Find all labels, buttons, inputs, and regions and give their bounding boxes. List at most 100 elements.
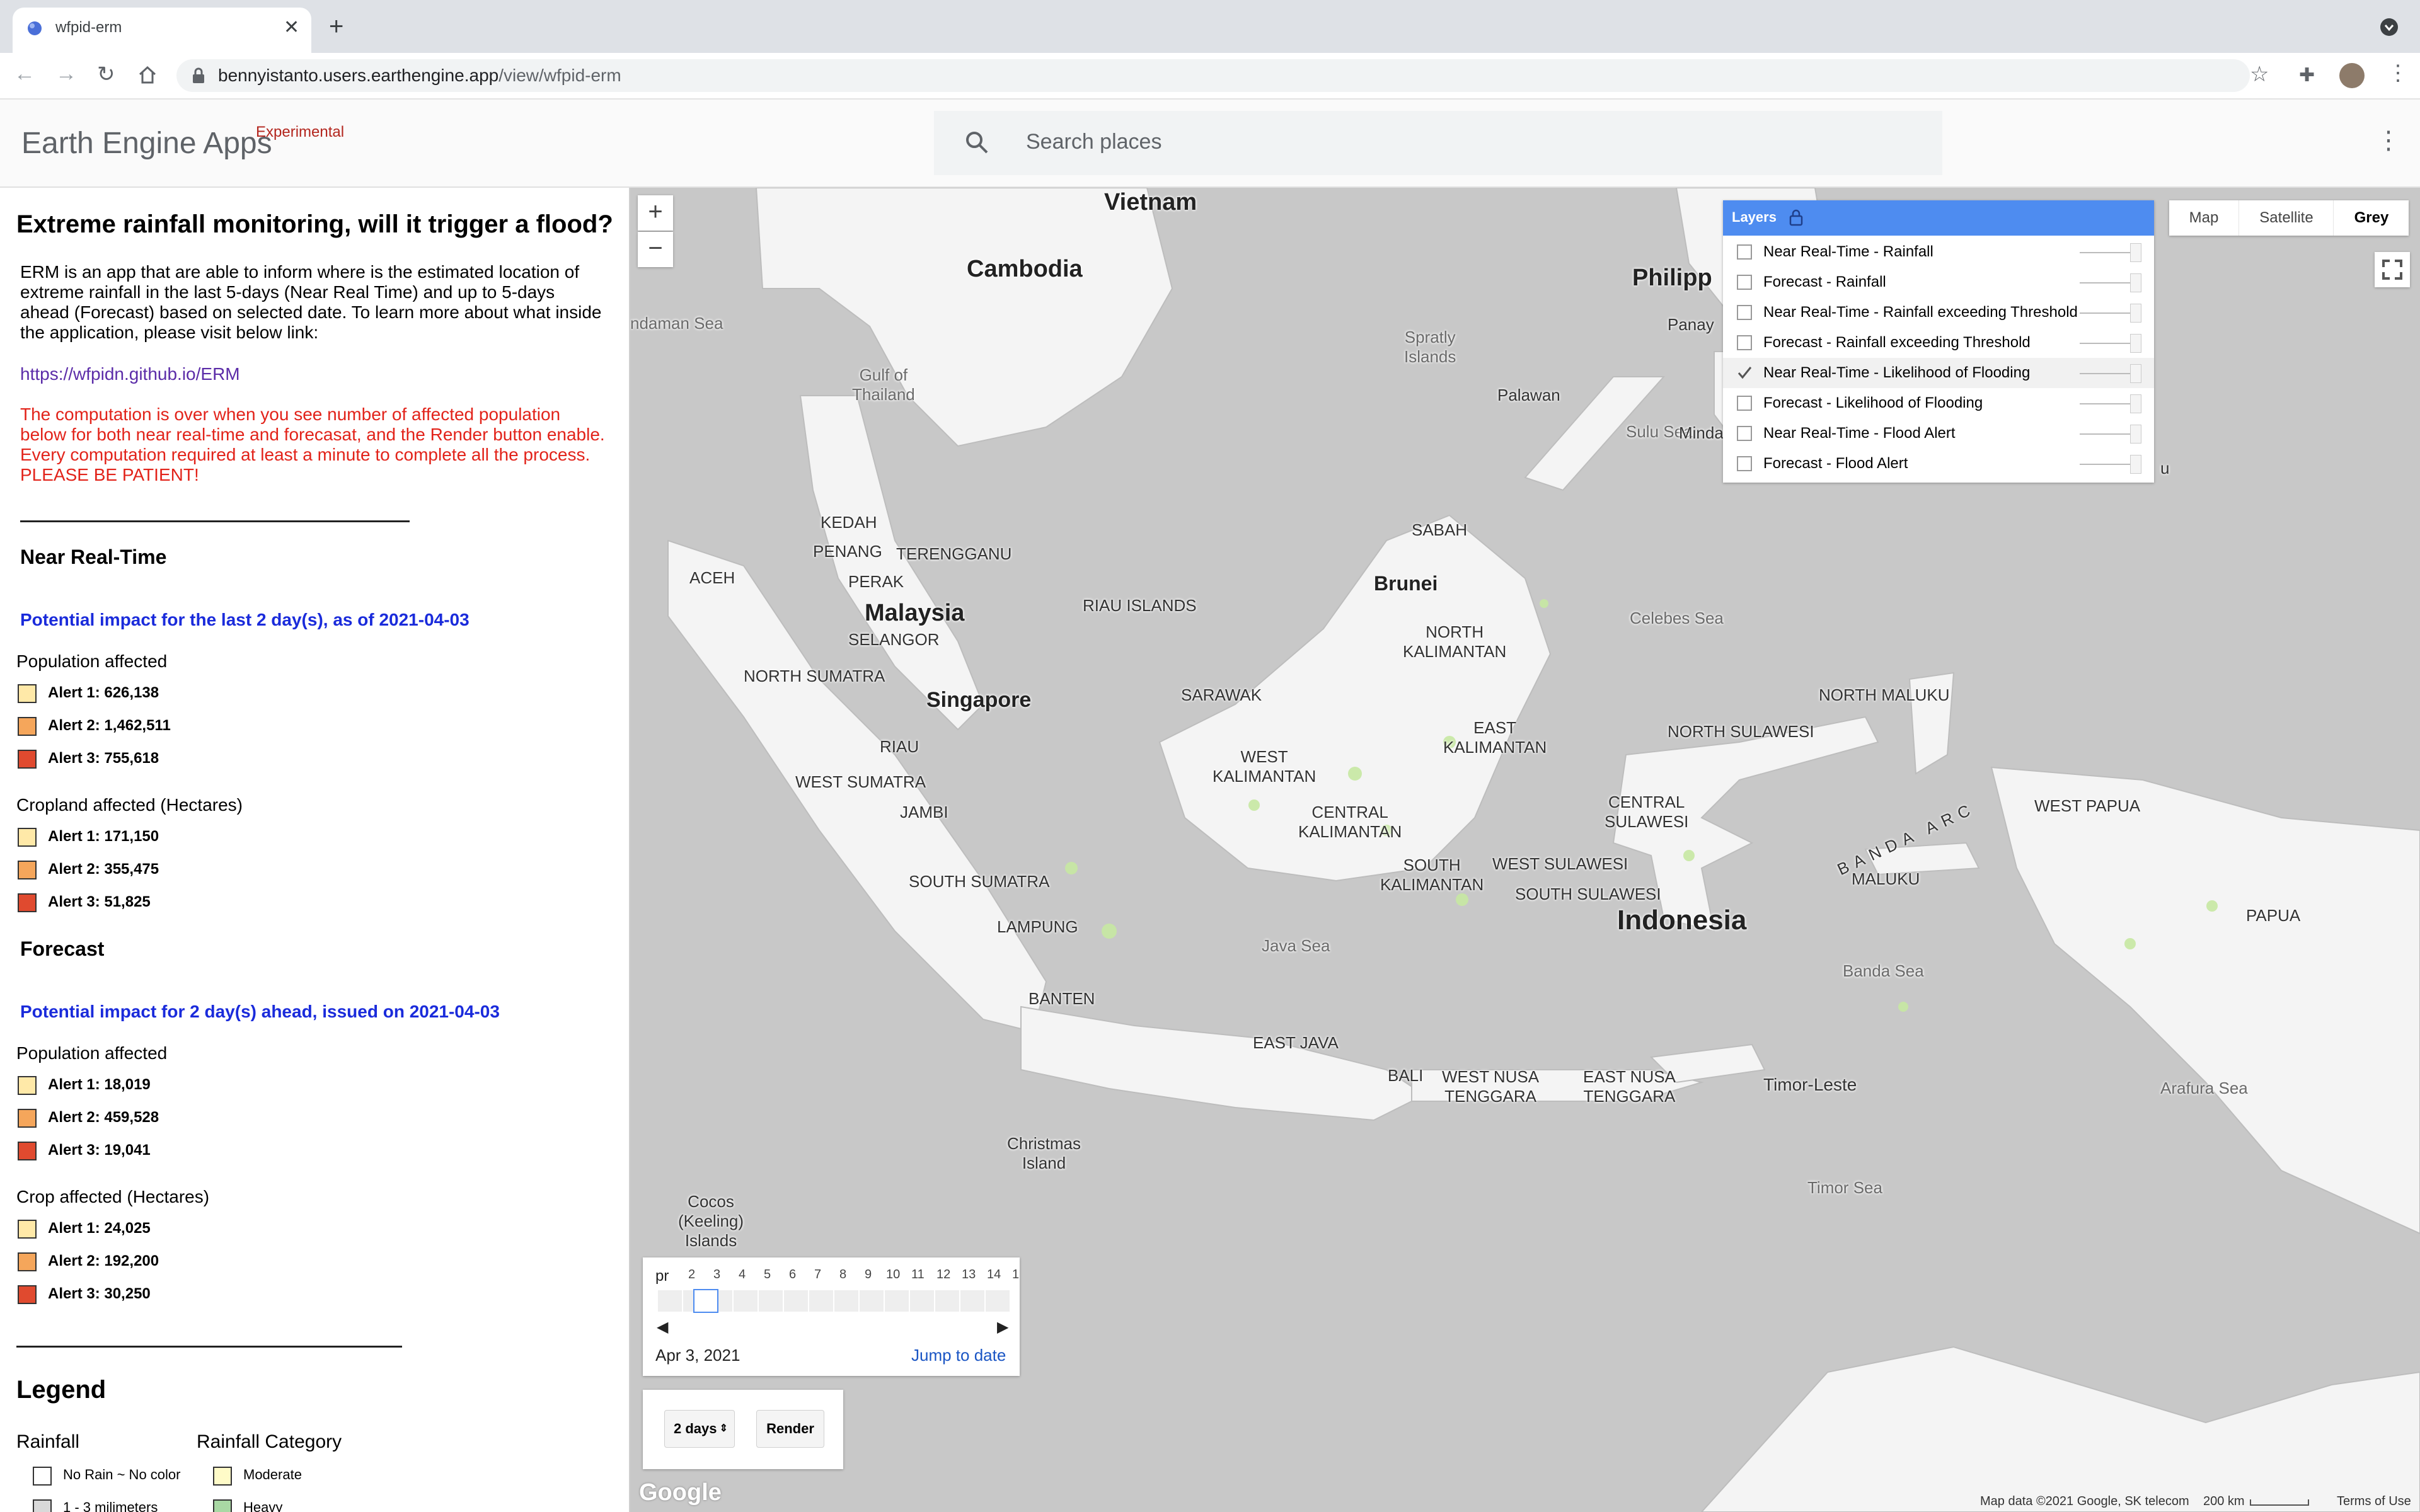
tick-label: 6 — [789, 1268, 797, 1281]
tick-label: 8 — [839, 1268, 847, 1281]
render-panel: 2 days ⇕ Render — [643, 1390, 843, 1469]
layer-row[interactable]: Forecast - Rainfall — [1723, 267, 2154, 297]
lock-icon[interactable] — [192, 67, 205, 84]
map-label: NORTH MALUKU — [1819, 685, 1950, 704]
layer-checkbox[interactable] — [1737, 426, 1752, 441]
map-type-grey[interactable]: Grey — [2333, 200, 2409, 236]
layer-row[interactable]: Near Real-Time - Likelihood of Flooding — [1723, 358, 2154, 388]
slider-handle[interactable] — [2130, 304, 2141, 323]
legend-swatch-heavy — [213, 1499, 232, 1512]
layer-checkbox[interactable] — [1737, 396, 1752, 411]
slider-handle[interactable] — [2130, 364, 2141, 383]
opacity-slider[interactable] — [2080, 433, 2131, 435]
slider-handle[interactable] — [2130, 334, 2141, 353]
slider-handle[interactable] — [2130, 273, 2141, 292]
side-panel: Extreme rainfall monitoring, will it tri… — [0, 188, 630, 1512]
map-label: BANTEN — [1028, 989, 1095, 1008]
tick-label: 10 — [886, 1268, 901, 1281]
nrt-heading: Near Real-Time — [20, 546, 167, 568]
forward-icon[interactable]: → — [55, 62, 77, 86]
bookmark-star-icon[interactable]: ☆ — [2250, 62, 2269, 87]
slider-handle[interactable] — [2130, 425, 2141, 444]
layer-row[interactable]: Near Real-Time - Flood Alert — [1723, 418, 2154, 449]
avatar[interactable] — [2339, 63, 2365, 88]
terms-link[interactable]: Terms of Use — [2337, 1494, 2411, 1509]
browser-tab-strip — [0, 0, 2420, 53]
slider-handle[interactable] — [2130, 394, 2141, 413]
map-label: Indonesia — [1617, 905, 1747, 936]
url-host: bennyistanto.users.earthengine.app — [218, 66, 499, 85]
tick-label: 1 — [1012, 1268, 1020, 1281]
app-menu-icon[interactable]: ⋮ — [2376, 126, 2401, 155]
map-label: WEST PAPUA — [2034, 796, 2141, 815]
opacity-slider[interactable] — [2080, 343, 2131, 344]
lock-icon[interactable] — [1789, 208, 1804, 227]
legend-swatch-moderate — [213, 1467, 232, 1486]
layer-checkbox[interactable] — [1737, 244, 1752, 260]
google-logo[interactable]: Google — [639, 1479, 722, 1506]
layer-checkbox[interactable] — [1737, 365, 1752, 381]
opacity-slider[interactable] — [2080, 373, 2131, 374]
render-button[interactable]: Render — [756, 1410, 824, 1448]
layer-checkbox[interactable] — [1737, 275, 1752, 290]
map-label: Celebes Sea — [1630, 609, 1724, 627]
search-icon[interactable] — [964, 130, 989, 155]
nrt-pop-alert-1: Alert 1: 626,138 — [48, 684, 159, 701]
close-tab-icon[interactable]: ✕ — [284, 16, 299, 38]
opacity-slider[interactable] — [2080, 464, 2131, 465]
reload-icon[interactable]: ↻ — [97, 62, 115, 87]
new-tab-icon[interactable]: + — [329, 13, 343, 41]
layer-row[interactable]: Forecast - Rainfall exceeding Threshold — [1723, 328, 2154, 358]
extensions-icon[interactable]: ✚ — [2299, 64, 2315, 86]
legend-swatch-light — [33, 1499, 52, 1512]
map-label: SABAH — [1412, 520, 1468, 539]
tick-label: 11 — [911, 1268, 925, 1281]
days-select[interactable]: 2 days ⇕ — [664, 1410, 735, 1448]
docs-link[interactable]: https://wfpidn.github.io/ERM — [20, 364, 240, 384]
fullscreen-icon[interactable] — [2375, 252, 2410, 287]
zoom-out-button[interactable]: − — [638, 232, 673, 267]
alert-3-swatch — [18, 750, 37, 769]
back-icon[interactable]: ← — [14, 62, 35, 86]
next-date-icon[interactable]: ▶ — [997, 1318, 1008, 1336]
map-label: LAMPUNG — [997, 917, 1078, 936]
browser-menu-icon[interactable]: ⋮ — [2387, 60, 2409, 86]
slider-handle[interactable] — [2130, 243, 2141, 262]
app-name[interactable]: Earth Engine Apps — [21, 126, 272, 161]
jump-to-date-link[interactable]: Jump to date — [911, 1346, 1006, 1365]
layer-row[interactable]: Near Real-Time - Rainfall — [1723, 237, 2154, 267]
opacity-slider[interactable] — [2080, 403, 2131, 404]
layer-checkbox[interactable] — [1737, 335, 1752, 350]
search-input[interactable]: Search places — [1026, 130, 1161, 154]
tick-label: 7 — [814, 1268, 822, 1281]
map-attribution: Map data ©2021 Google, SK telecom — [1980, 1494, 2189, 1508]
nrt-pop-alert-2: Alert 2: 1,462,511 — [48, 717, 171, 734]
date-thumb[interactable] — [693, 1289, 718, 1313]
layers-header[interactable]: Layers — [1723, 200, 2154, 236]
scale-bar — [2250, 1499, 2309, 1506]
map-type-satellite[interactable]: Satellite — [2238, 200, 2334, 236]
layer-checkbox[interactable] — [1737, 305, 1752, 320]
tick-label: pr — [655, 1268, 669, 1285]
prev-date-icon[interactable]: ◀ — [657, 1318, 668, 1336]
layer-row[interactable]: Forecast - Likelihood of Flooding — [1723, 388, 2154, 418]
map-type-map[interactable]: Map — [2169, 200, 2238, 236]
map-label: JAMBI — [900, 803, 948, 822]
date-slider[interactable]: pr 2 3 4 5 6 7 8 9 10 11 12 13 14 1 ◀ ▶ … — [643, 1257, 1020, 1376]
selected-date: Apr 3, 2021 — [655, 1346, 740, 1365]
layer-row[interactable]: Forecast - Flood Alert — [1723, 449, 2154, 479]
opacity-slider[interactable] — [2080, 252, 2131, 253]
zoom-in-button[interactable]: + — [638, 195, 673, 231]
legend-item: No Rain ~ No color — [63, 1467, 181, 1482]
slider-handle[interactable] — [2130, 455, 2141, 474]
home-icon[interactable] — [137, 66, 158, 84]
layer-row[interactable]: Near Real-Time - Rainfall exceeding Thre… — [1723, 297, 2154, 328]
nrt-crop-alert-3: Alert 3: 51,825 — [48, 893, 151, 910]
tab-search-icon[interactable] — [2380, 18, 2399, 37]
scale-label: 200 km — [2203, 1494, 2245, 1508]
opacity-slider[interactable] — [2080, 282, 2131, 284]
panel-title: Extreme rainfall monitoring, will it tri… — [16, 210, 613, 238]
layer-label: Forecast - Likelihood of Flooding — [1763, 394, 1983, 411]
layer-checkbox[interactable] — [1737, 456, 1752, 471]
opacity-slider[interactable] — [2080, 312, 2131, 314]
